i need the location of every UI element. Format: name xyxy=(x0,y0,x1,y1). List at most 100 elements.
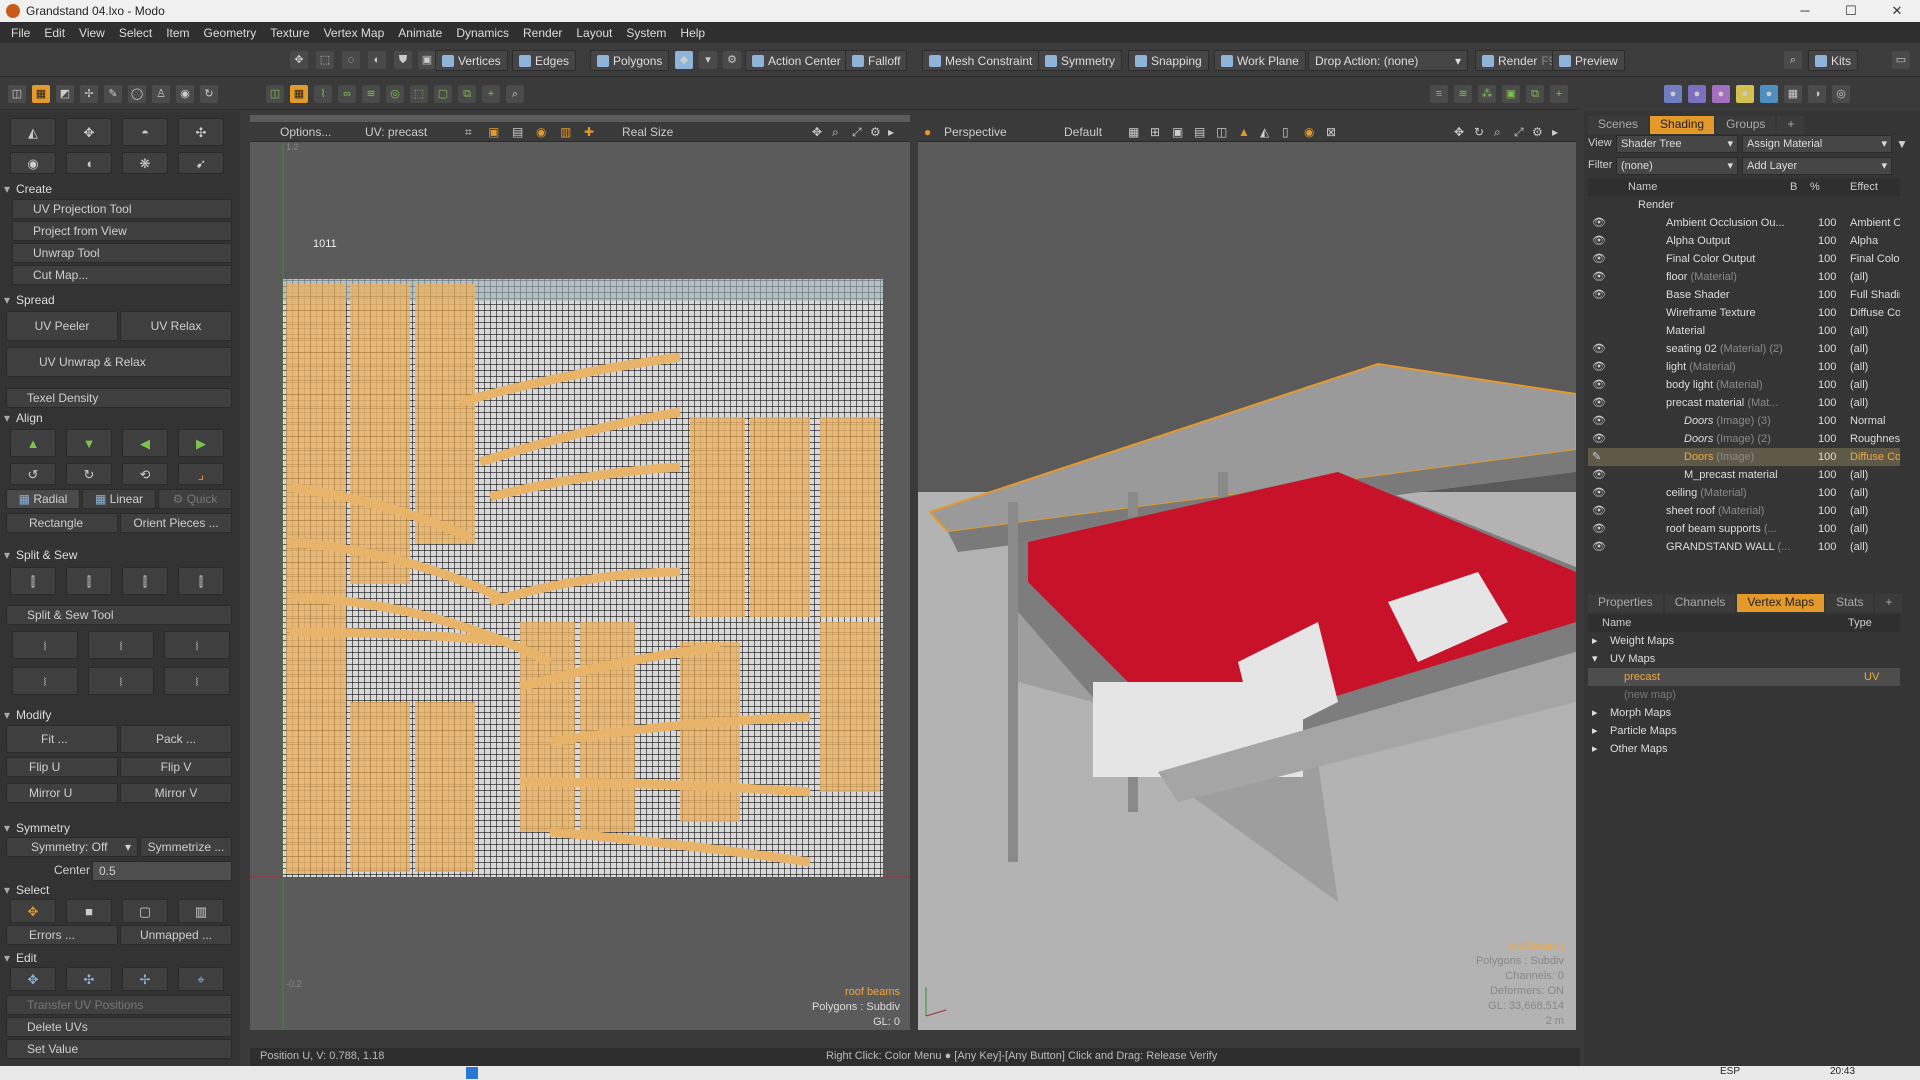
viewport-scene[interactable] xyxy=(918,142,1576,1030)
pan-icon[interactable]: ✥ xyxy=(812,125,822,139)
transfer-uv-positions-button[interactable]: Transfer UV Positions xyxy=(6,995,232,1015)
uv-ring-icon[interactable]: ◉ xyxy=(10,152,56,174)
sew-icon-1[interactable]: ⧙ xyxy=(12,631,78,659)
cube-icon[interactable]: ◫ xyxy=(8,85,26,103)
tab-properties[interactable]: Properties xyxy=(1588,594,1663,612)
eye-icon[interactable]: 👁 xyxy=(1592,520,1606,538)
uv-crop-icon[interactable]: ⌗ xyxy=(465,125,472,140)
uv-display-icon-5[interactable]: ✚ xyxy=(584,125,594,139)
add-tab-icon[interactable]: + xyxy=(1875,594,1903,612)
tab-groups[interactable]: Groups xyxy=(1716,116,1776,134)
select-icon[interactable]: ⬚ xyxy=(316,51,334,69)
item-mode-icon[interactable]: ▣ xyxy=(418,51,436,69)
tab-shading[interactable]: Shading xyxy=(1650,116,1715,134)
shader-row[interactable]: Render xyxy=(1588,196,1900,214)
cut-map-button[interactable]: Cut Map... xyxy=(12,265,232,285)
shader-row[interactable]: 👁 Final Color Output 100 Final Color xyxy=(1588,250,1900,268)
split-icon-4[interactable]: ⫿ xyxy=(178,567,224,595)
uv-move-icon[interactable]: ✢ xyxy=(80,85,98,103)
edit-section[interactable]: Edit xyxy=(4,951,37,965)
uv-peeler-button[interactable]: UV Peeler xyxy=(6,311,118,341)
align-down-icon[interactable]: ▼ xyxy=(66,429,112,457)
lasso-icon[interactable]: ◌ xyxy=(342,51,360,69)
menu-animate[interactable]: Animate xyxy=(391,26,449,40)
symmetry-button[interactable]: Symmetry xyxy=(1038,50,1122,71)
uv-unwrap-relax-button[interactable]: UV Unwrap & Relax xyxy=(6,347,232,377)
shader-row[interactable]: Wireframe Texture 100 Diffuse Co xyxy=(1588,304,1900,322)
grid-icon[interactable]: ▦ xyxy=(1128,125,1139,139)
viewport-arrow-icon[interactable]: ▸ xyxy=(1552,125,1558,139)
highlight-icon[interactable]: ▲ xyxy=(1238,125,1250,139)
eye-icon[interactable]: 👁 xyxy=(1592,286,1606,304)
gradient-icon[interactable]: ◑ xyxy=(1808,85,1826,103)
menu-view[interactable]: View xyxy=(72,26,112,40)
texel-density-button[interactable]: Texel Density xyxy=(6,388,232,408)
eye-icon[interactable]: 👁 xyxy=(1592,412,1606,430)
wire-icon[interactable]: ⊞ xyxy=(1150,125,1160,139)
vmap-particle-maps[interactable]: ▸ Particle Maps xyxy=(1588,722,1900,740)
edit-snap-icon[interactable]: ⌖ xyxy=(178,967,224,991)
add-icon[interactable]: + xyxy=(482,85,500,103)
vmap-new-map[interactable]: (new map) xyxy=(1588,686,1900,704)
minimize-button[interactable]: ─ xyxy=(1782,3,1828,19)
mesh-cube-icon[interactable]: ◫ xyxy=(266,85,284,103)
paint-select-icon[interactable]: ◐ xyxy=(368,51,386,69)
menu-dynamics[interactable]: Dynamics xyxy=(449,26,516,40)
shader-row[interactable]: 👁 GRANDSTAND WALL (... 100 (all) xyxy=(1588,538,1900,556)
viewport-rotate-icon[interactable]: ↻ xyxy=(1474,125,1484,139)
select-poly-icon[interactable]: ■ xyxy=(66,899,112,923)
layout-toggle-icon[interactable]: ▭ xyxy=(1892,51,1910,69)
assign-material-dropdown[interactable]: Assign Material ▾ xyxy=(1742,135,1892,153)
real-size-button[interactable]: Real Size xyxy=(622,125,673,139)
align-up-icon[interactable]: ▲ xyxy=(10,429,56,457)
flip-u-button[interactable]: Flip U xyxy=(6,757,118,777)
uv-person-icon[interactable]: ♙ xyxy=(152,85,170,103)
linear-button[interactable]: ▦ Linear xyxy=(82,489,156,509)
uv-arrow-icon[interactable]: ➹ xyxy=(178,152,224,174)
sew-icon-5[interactable]: ⧘ xyxy=(88,667,154,695)
grid-toggle-icon[interactable]: ▦ xyxy=(290,85,308,103)
uv-sphere-icon[interactable]: ◓ xyxy=(122,118,168,146)
corner-icon[interactable]: ⌟ xyxy=(178,463,224,485)
falloff-button[interactable]: Falloff xyxy=(845,50,908,71)
sew-icon-3[interactable]: ⧙ xyxy=(164,631,230,659)
frame-icon[interactable]: ▢ xyxy=(434,85,452,103)
preview-button[interactable]: Preview xyxy=(1552,50,1625,71)
eye-icon[interactable]: 👁 xyxy=(1592,376,1606,394)
vmap-uv-maps[interactable]: ▾ UV Maps xyxy=(1588,650,1900,668)
uv-circle-icon[interactable]: ◯ xyxy=(128,85,146,103)
clock[interactable]: 20:43 xyxy=(1830,1066,1855,1077)
shader-row[interactable]: 👁 Alpha Output 100 Alpha xyxy=(1588,232,1900,250)
language-indicator[interactable]: ESP xyxy=(1720,1066,1740,1077)
work-plane-button[interactable]: Work Plane xyxy=(1214,50,1306,71)
list-icon[interactable]: ≡ xyxy=(1430,85,1448,103)
edit-transfer-icon[interactable]: ✥ xyxy=(10,967,56,991)
rectangle-button[interactable]: Rectangle xyxy=(6,513,118,533)
uv-camera-icon[interactable]: ◉ xyxy=(176,85,194,103)
polygons-button[interactable]: Polygons xyxy=(590,50,670,71)
split-icon-1[interactable]: ⫿ xyxy=(10,567,56,595)
eye-icon[interactable]: 👁 xyxy=(1592,340,1606,358)
eye-icon[interactable]: 👁 xyxy=(1592,232,1606,250)
viewport-pan-icon[interactable]: ✥ xyxy=(1454,125,1464,139)
orient-pieces-button[interactable]: Orient Pieces ... xyxy=(120,513,232,533)
kits-button[interactable]: Kits xyxy=(1808,50,1859,71)
select-island-icon[interactable]: ▥ xyxy=(178,899,224,923)
select-vertex-icon[interactable]: ✥ xyxy=(10,899,56,923)
align-right-icon[interactable]: ▶ xyxy=(178,429,224,457)
delete-uvs-button[interactable]: Delete UVs xyxy=(6,1017,232,1037)
uv-map-selector[interactable]: UV: precast xyxy=(365,125,427,139)
shader-row[interactable]: 👁 Ambient Occlusion Ou... 100 Ambient O xyxy=(1588,214,1900,232)
uv-display-icon-1[interactable]: ▣ xyxy=(488,125,499,139)
symmetry-dropdown[interactable]: Symmetry: Off ▾ xyxy=(6,837,138,857)
shader-row[interactable]: 👁 ceiling (Material) 100 (all) xyxy=(1588,484,1900,502)
uv-gear-icon[interactable]: ❋ xyxy=(122,152,168,174)
menu-geometry[interactable]: Geometry xyxy=(197,26,264,40)
shader-row[interactable]: Material 100 (all) xyxy=(1588,322,1900,340)
brush-icon[interactable]: ✎ xyxy=(1592,448,1601,466)
eye-icon[interactable]: 👁 xyxy=(1592,502,1606,520)
rotate-cw-icon[interactable]: ↻ xyxy=(66,463,112,485)
image-icon[interactable]: ▣ xyxy=(1502,85,1520,103)
fit-button[interactable]: Fit ... xyxy=(6,725,118,753)
uv-move-tool-icon[interactable]: ✥ xyxy=(66,118,112,146)
